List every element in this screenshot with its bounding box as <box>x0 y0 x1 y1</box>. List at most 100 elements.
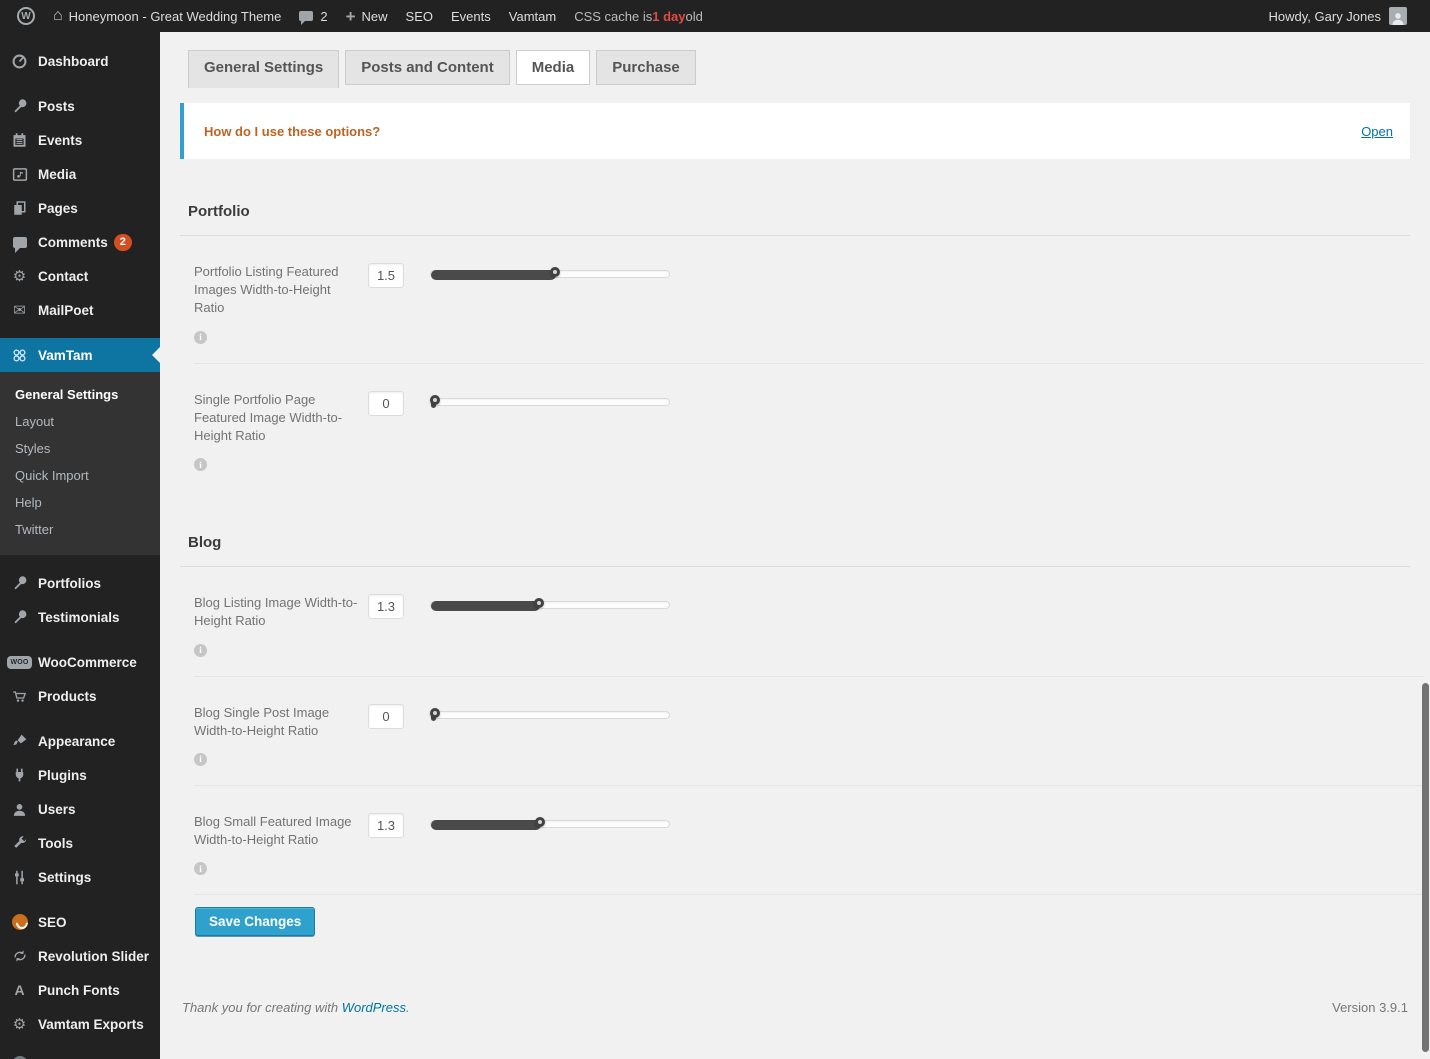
vamtam-submenu: General Settings Layout Styles Quick Imp… <box>0 372 160 555</box>
sidebar-item-revolution-slider[interactable]: Revolution Slider <box>0 939 160 973</box>
slider-handle[interactable] <box>430 395 440 405</box>
adminbar-comments[interactable]: 2 <box>290 0 336 32</box>
wordpress-logo-menu[interactable]: W <box>8 0 44 32</box>
sidebar-item-punch-fonts[interactable]: A Punch Fonts <box>0 973 160 1007</box>
sidebar-item-contact[interactable]: ⚙ Contact <box>0 259 160 293</box>
adminbar-seo-menu[interactable]: SEO <box>397 0 442 32</box>
slider-handle[interactable] <box>550 267 560 277</box>
sidebar-item-mailpoet[interactable]: ✉ MailPoet <box>0 293 160 327</box>
submenu-item-help[interactable]: Help <box>0 489 160 516</box>
media-icon <box>9 164 30 184</box>
slider-handle[interactable] <box>535 817 545 827</box>
sidebar-label: Punch Fonts <box>38 983 120 998</box>
sidebar-label: Events <box>38 133 82 148</box>
sidebar-item-comments[interactable]: Comments 2 <box>0 225 160 259</box>
sidebar-item-media[interactable]: Media <box>0 157 160 191</box>
pin-icon <box>9 96 30 116</box>
adminbar-vamtam-label: Vamtam <box>509 9 556 24</box>
sidebar-item-plugins[interactable]: Plugins <box>0 758 160 792</box>
help-open-link[interactable]: Open <box>1361 124 1393 139</box>
submenu-item-styles[interactable]: Styles <box>0 435 160 462</box>
howdy-text: Howdy, Gary Jones <box>1269 9 1381 24</box>
sidebar-item-vamtam[interactable]: VamTam <box>0 338 160 372</box>
footer-thanks: Thank you for creating with WordPress. <box>182 1000 410 1015</box>
woocommerce-badge-icon: WOO <box>9 652 30 672</box>
gear-icon: ⚙ <box>9 1014 30 1034</box>
wrench-icon <box>9 833 30 853</box>
footer: Thank you for creating with WordPress. V… <box>182 1000 1408 1015</box>
sidebar-item-seo[interactable]: SEO <box>0 905 160 939</box>
sidebar-label: Appearance <box>38 734 115 749</box>
ratio-input[interactable] <box>368 813 404 838</box>
site-name-link[interactable]: ⌂ Honeymoon - Great Wedding Theme <box>44 0 290 32</box>
sidebar-item-vamtam-exports[interactable]: ⚙ Vamtam Exports <box>0 1007 160 1041</box>
ratio-slider <box>430 395 670 411</box>
sidebar-item-users[interactable]: Users <box>0 792 160 826</box>
adminbar-seo-label: SEO <box>406 9 433 24</box>
save-changes-button[interactable]: Save Changes <box>195 907 315 936</box>
scrollbar-thumb[interactable] <box>1422 683 1429 1052</box>
setting-label: Blog Small Featured Image Width-to-Heigh… <box>194 813 368 849</box>
collapse-menu-button[interactable]: Collapse menu <box>0 1047 160 1059</box>
setting-row: Blog Listing Image Width-to-Height Ratio… <box>194 567 1424 676</box>
adminbar-vamtam-menu[interactable]: Vamtam <box>500 0 565 32</box>
ratio-input[interactable] <box>368 704 404 729</box>
sidebar-label: SEO <box>38 915 67 930</box>
tab-media[interactable]: Media <box>516 50 591 85</box>
sidebar-label: Media <box>38 167 76 182</box>
yoast-seo-icon <box>9 912 30 932</box>
setting-row: Single Portfolio Page Featured Image Wid… <box>194 364 1410 491</box>
submenu-item-layout[interactable]: Layout <box>0 408 160 435</box>
sidebar-item-portfolios[interactable]: Portfolios <box>0 566 160 600</box>
slider-handle[interactable] <box>430 708 440 718</box>
sidebar-label: Posts <box>38 99 75 114</box>
sidebar-label: Revolution Slider <box>38 949 149 964</box>
help-question: How do I use these options? <box>204 124 380 139</box>
adminbar-new-menu[interactable]: + New <box>337 0 397 32</box>
setting-row: Portfolio Listing Featured Images Width-… <box>194 236 1424 364</box>
account-menu[interactable]: Howdy, Gary Jones <box>1260 0 1416 32</box>
slider-handle[interactable] <box>534 598 544 608</box>
sidebar-item-woocommerce[interactable]: WOO WooCommerce <box>0 645 160 679</box>
footer-version: Version 3.9.1 <box>1332 1000 1408 1015</box>
comments-count-badge: 2 <box>114 234 132 251</box>
adminbar-events-menu[interactable]: Events <box>442 0 500 32</box>
sidebar-item-products[interactable]: Products <box>0 679 160 713</box>
sidebar-item-testimonials[interactable]: Testimonials <box>0 600 160 634</box>
letter-a-icon: A <box>9 980 30 1000</box>
sidebar-item-appearance[interactable]: Appearance <box>0 724 160 758</box>
tab-purchase[interactable]: Purchase <box>596 50 696 85</box>
tab-general-settings[interactable]: General Settings <box>188 50 339 88</box>
ratio-input[interactable] <box>368 391 404 416</box>
help-notice: How do I use these options? Open <box>180 103 1410 159</box>
submenu-item-quick-import[interactable]: Quick Import <box>0 462 160 489</box>
sidebar-item-settings[interactable]: Settings <box>0 860 160 894</box>
tab-posts-and-content[interactable]: Posts and Content <box>345 50 510 85</box>
wordpress-link[interactable]: WordPress <box>342 1000 406 1015</box>
sidebar-label: Settings <box>38 870 91 885</box>
info-icon[interactable]: i <box>194 331 207 344</box>
sidebar-item-tools[interactable]: Tools <box>0 826 160 860</box>
info-icon[interactable]: i <box>194 644 207 657</box>
pin-icon <box>9 573 30 593</box>
sidebar-item-posts[interactable]: Posts <box>0 89 160 123</box>
sidebar-item-pages[interactable]: Pages <box>0 191 160 225</box>
person-icon <box>1391 11 1405 25</box>
submenu-item-general-settings[interactable]: General Settings <box>0 381 160 408</box>
submenu-item-twitter[interactable]: Twitter <box>0 516 160 543</box>
ratio-input[interactable] <box>368 263 404 288</box>
sidebar-label: Testimonials <box>38 610 120 625</box>
info-icon[interactable]: i <box>194 753 207 766</box>
setting-label: Blog Single Post Image Width-to-Height R… <box>194 704 368 740</box>
slider-track[interactable] <box>430 398 670 406</box>
dashboard-icon <box>9 51 30 71</box>
sidebar-item-dashboard[interactable]: Dashboard <box>0 44 160 78</box>
ratio-input[interactable] <box>368 594 404 619</box>
sidebar-item-events[interactable]: Events <box>0 123 160 157</box>
info-icon[interactable]: i <box>194 862 207 875</box>
sidebar-label: Plugins <box>38 768 87 783</box>
info-icon[interactable]: i <box>194 458 207 471</box>
sidebar-label: Vamtam Exports <box>38 1017 144 1032</box>
sidebar-label: Users <box>38 802 76 817</box>
slider-track[interactable] <box>430 711 670 719</box>
